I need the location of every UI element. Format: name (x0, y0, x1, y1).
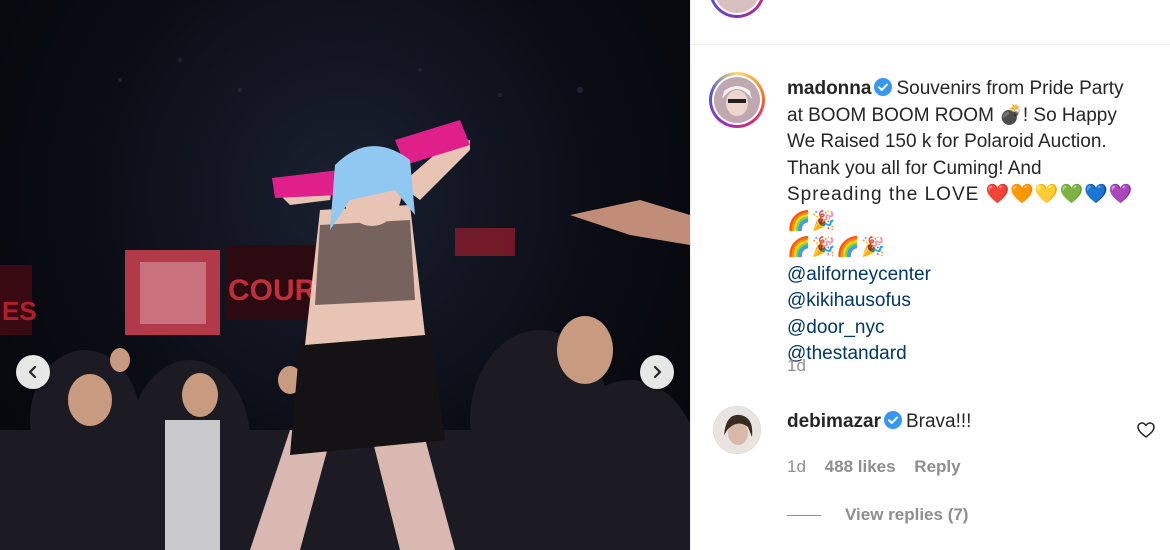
caption-line-5: Spreading the LOVE ❤️🧡💛💚💙💜🌈🎉 (787, 184, 1134, 232)
mention-aliforneycenter[interactable]: @aliforneycenter (787, 262, 1157, 289)
comment-timestamp[interactable]: 1d (787, 457, 806, 476)
mention-thestandard[interactable]: @thestandard (787, 341, 1157, 368)
view-replies-button[interactable]: View replies (7) (787, 505, 968, 525)
caption-line-1: Souvenirs from Pride Party (896, 78, 1124, 99)
caption-line-2: at BOOM BOOM ROOM 💣! So Happy (787, 104, 1117, 126)
author-username[interactable]: madonna (787, 78, 871, 99)
previous-photo-button[interactable] (16, 355, 50, 389)
view-replies-label: View replies (7) (845, 505, 969, 524)
commenter-username[interactable]: debimazar (787, 411, 881, 432)
chevron-left-icon (28, 365, 37, 379)
commenter-avatar[interactable] (713, 406, 761, 454)
post-timestamp[interactable]: 1d (787, 356, 806, 376)
caption-line-3: We Raised 150 k for Polaroid Auction. (787, 131, 1107, 152)
caption-line-6: 🌈🎉🌈🎉 (787, 237, 886, 258)
verified-badge-icon (874, 78, 893, 96)
reply-button[interactable]: Reply (914, 457, 960, 476)
header-divider (691, 44, 1170, 45)
verified-badge-icon (883, 411, 902, 429)
replies-divider-line (787, 514, 821, 516)
author-avatar-image (714, 77, 760, 123)
post-caption: madonna Souvenirs from Pride Party at BOO… (787, 76, 1157, 368)
comment-meta: 1d 488 likes Reply (787, 457, 975, 477)
next-photo-button[interactable] (640, 355, 674, 389)
chevron-right-icon (653, 365, 662, 379)
caption-line-4: Thank you all for Cuming! And (787, 157, 1042, 179)
comment-body: debimazar Brava!!! (787, 411, 971, 433)
post-side-panel: madonna Souvenirs from Pride Party at BOO… (690, 0, 1170, 550)
edge-text: ES (2, 296, 37, 326)
author-avatar[interactable] (709, 72, 765, 128)
mention-kikihausofus[interactable]: @kikihausofus (787, 288, 1157, 315)
header-avatar[interactable] (709, 0, 765, 18)
post-photo[interactable]: COURAGE ES (0, 0, 690, 550)
comment-likes[interactable]: 488 likes (825, 457, 896, 476)
comment-text: Brava!!! (905, 411, 972, 432)
commenter-avatar-image (714, 407, 760, 453)
mention-door-nyc[interactable]: @door_nyc (787, 315, 1157, 342)
concert-photo: COURAGE ES (0, 58, 690, 550)
like-comment-heart-icon[interactable] (1137, 422, 1155, 438)
